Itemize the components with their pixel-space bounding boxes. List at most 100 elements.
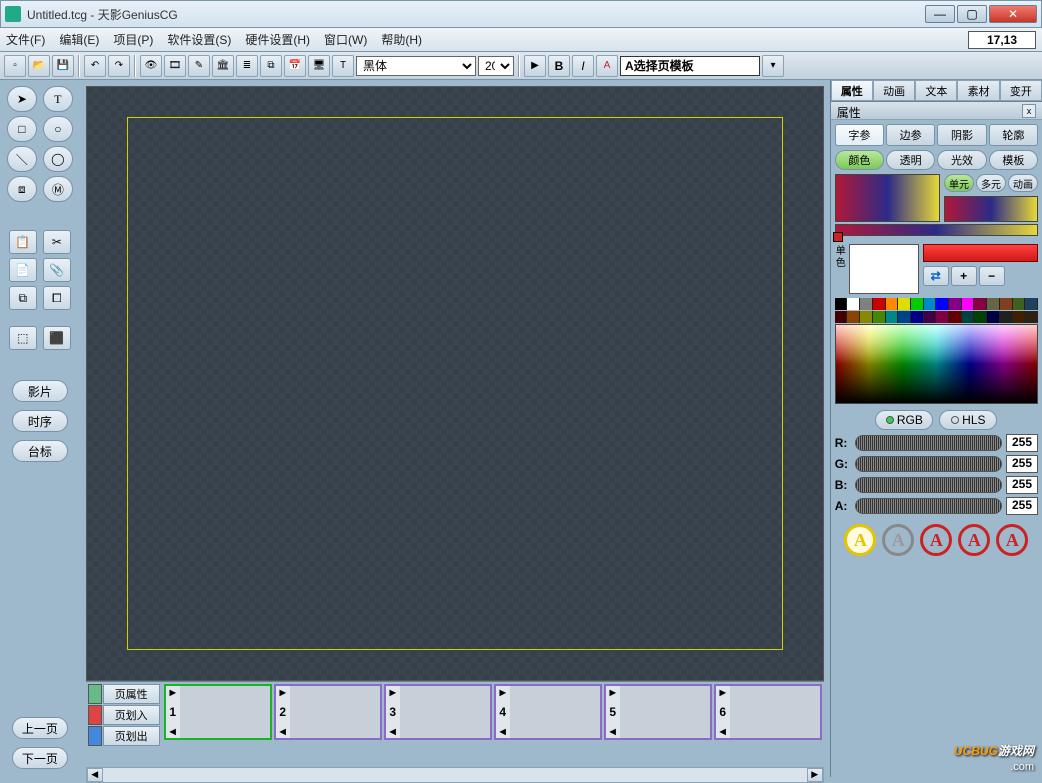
ungroup-icon[interactable]: ⧠ xyxy=(43,286,71,310)
g-value[interactable]: 255 xyxy=(1006,455,1038,473)
page-attr-button[interactable]: 页属性 xyxy=(103,684,160,704)
copy-icon[interactable]: 📋 xyxy=(9,230,37,254)
fontsize-select[interactable]: 20 xyxy=(478,56,514,76)
cut-icon[interactable]: ✂ xyxy=(43,230,71,254)
circle-tool-icon[interactable]: ○ xyxy=(43,116,73,142)
save-icon[interactable]: 💾 xyxy=(52,55,74,77)
movie-button[interactable]: 影片 xyxy=(12,380,68,402)
style-a4-icon[interactable]: A xyxy=(958,524,990,556)
font-select[interactable]: 黑体 xyxy=(356,56,476,76)
swap-colors-icon[interactable]: ⇄ xyxy=(923,266,949,286)
menu-edit[interactable]: 编辑(E) xyxy=(59,31,99,48)
color-palette[interactable] xyxy=(835,298,1038,323)
timeline-scrollbar[interactable]: ◀ ▶ xyxy=(86,767,824,783)
palette-swatch[interactable] xyxy=(835,311,848,323)
r-slider[interactable] xyxy=(855,435,1002,451)
tl-header-red-icon[interactable] xyxy=(88,705,102,725)
lines-icon[interactable]: ≣ xyxy=(236,55,258,77)
style-a1-icon[interactable]: A xyxy=(844,524,876,556)
timeline-frame[interactable]: ▶6◀ xyxy=(714,684,822,740)
right-tab-0[interactable]: 属性 xyxy=(831,80,873,101)
menu-window[interactable]: 窗口(W) xyxy=(324,31,367,48)
gradient-stops-strip[interactable] xyxy=(835,224,1038,236)
menu-project[interactable]: 项目(P) xyxy=(113,31,153,48)
next-page-button[interactable]: 下一页 xyxy=(12,747,68,769)
g-slider[interactable] xyxy=(855,456,1002,472)
palette-swatch[interactable] xyxy=(860,311,873,323)
palette-swatch[interactable] xyxy=(949,298,962,310)
timeline-frame[interactable]: ▶3◀ xyxy=(384,684,492,740)
menu-hardware-settings[interactable]: 硬件设置(H) xyxy=(245,31,310,48)
palette-swatch[interactable] xyxy=(1025,311,1038,323)
bold-icon[interactable]: B xyxy=(548,55,570,77)
sub-tab-1[interactable]: 边参 xyxy=(886,124,935,146)
palette-swatch[interactable] xyxy=(898,298,911,310)
palette-swatch[interactable] xyxy=(936,311,949,323)
brush-icon[interactable]: ✎ xyxy=(188,55,210,77)
back-icon[interactable]: ⬛ xyxy=(43,326,71,350)
b-slider[interactable] xyxy=(855,477,1002,493)
current-color-bar[interactable] xyxy=(923,244,1038,262)
palette-swatch[interactable] xyxy=(1013,311,1026,323)
mini-btn-1[interactable]: 多元 xyxy=(976,174,1006,192)
palette-swatch[interactable] xyxy=(860,298,873,310)
b-value[interactable]: 255 xyxy=(1006,476,1038,494)
text-object-tool-icon[interactable]: T xyxy=(43,86,73,112)
measure-tool-icon[interactable]: Ⓜ xyxy=(43,176,73,202)
palette-swatch[interactable] xyxy=(886,311,899,323)
station-logo-button[interactable]: 台标 xyxy=(12,440,68,462)
page-in-button[interactable]: 页划入 xyxy=(103,705,160,725)
paste-icon[interactable]: 📄 xyxy=(9,258,37,282)
canvas[interactable] xyxy=(86,86,824,681)
palette-swatch[interactable] xyxy=(987,298,1000,310)
ellipse-tool-icon[interactable]: ◯ xyxy=(43,146,73,172)
palette-swatch[interactable] xyxy=(924,298,937,310)
palette-swatch[interactable] xyxy=(987,311,1000,323)
sub-tab-3[interactable]: 轮廓 xyxy=(989,124,1038,146)
menu-help[interactable]: 帮助(H) xyxy=(381,31,422,48)
rgb-mode-button[interactable]: RGB xyxy=(875,410,933,430)
minimize-button[interactable]: — xyxy=(925,5,955,23)
menu-software-settings[interactable]: 软件设置(S) xyxy=(167,31,231,48)
remove-color-button[interactable]: − xyxy=(979,266,1005,286)
right-tab-1[interactable]: 动画 xyxy=(873,80,915,101)
monitor-icon[interactable]: 🖥 xyxy=(308,55,330,77)
palette-swatch[interactable] xyxy=(847,311,860,323)
mini-btn-2[interactable]: 动画 xyxy=(1008,174,1038,192)
palette-swatch[interactable] xyxy=(873,311,886,323)
palette-swatch[interactable] xyxy=(1000,298,1013,310)
redo-icon[interactable]: ↷ xyxy=(108,55,130,77)
r-value[interactable]: 255 xyxy=(1006,434,1038,452)
timeline-frame[interactable]: ▶5◀ xyxy=(604,684,712,740)
text-tool-icon[interactable]: T xyxy=(332,55,354,77)
timeline-frame[interactable]: ▶1◀ xyxy=(164,684,272,740)
palette-swatch[interactable] xyxy=(911,311,924,323)
castle-icon[interactable]: 🏛 xyxy=(212,55,234,77)
maximize-button[interactable]: ▢ xyxy=(957,5,987,23)
outline-a-icon[interactable]: A xyxy=(596,55,618,77)
hls-mode-button[interactable]: HLS xyxy=(939,410,997,430)
italic-icon[interactable]: I xyxy=(572,55,594,77)
open-icon[interactable]: 📂 xyxy=(28,55,50,77)
single-color-swatch[interactable] xyxy=(849,244,919,294)
sub-tab-0[interactable]: 字参 xyxy=(835,124,884,146)
palette-swatch[interactable] xyxy=(898,311,911,323)
line-tool-icon[interactable]: ＼ xyxy=(7,146,37,172)
template-dropdown-icon[interactable]: ▾ xyxy=(762,55,784,77)
palette-swatch[interactable] xyxy=(962,298,975,310)
clipboard-icon[interactable]: 📎 xyxy=(43,258,71,282)
timeline-button[interactable]: 时序 xyxy=(12,410,68,432)
film-icon[interactable]: 🎞 xyxy=(164,55,186,77)
palette-swatch[interactable] xyxy=(835,298,848,310)
page-out-button[interactable]: 页划出 xyxy=(103,726,160,746)
page-template-select[interactable]: A选择页模板 xyxy=(620,56,760,76)
crop-tool-icon[interactable]: ⧈ xyxy=(7,176,37,202)
tl-header-green-icon[interactable] xyxy=(88,684,102,704)
color-spectrum[interactable] xyxy=(835,324,1038,404)
group-icon[interactable]: ⧉ xyxy=(9,286,37,310)
gradient-preview-small[interactable] xyxy=(944,196,1038,222)
undo-icon[interactable]: ↶ xyxy=(84,55,106,77)
add-color-button[interactable]: + xyxy=(951,266,977,286)
palette-swatch[interactable] xyxy=(924,311,937,323)
palette-swatch[interactable] xyxy=(962,311,975,323)
